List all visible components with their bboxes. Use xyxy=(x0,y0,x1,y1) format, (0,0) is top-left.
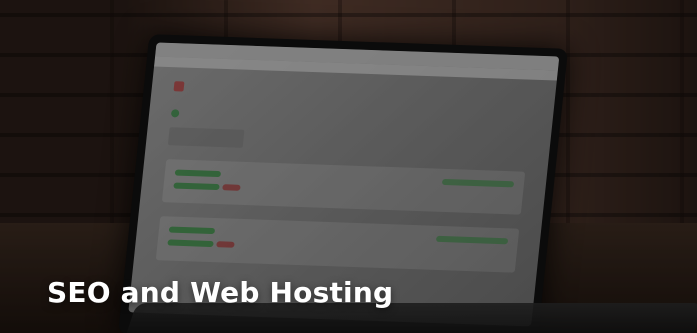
hero-image: SEO and Web Hosting xyxy=(0,0,697,333)
hero-caption: SEO and Web Hosting xyxy=(47,276,394,309)
